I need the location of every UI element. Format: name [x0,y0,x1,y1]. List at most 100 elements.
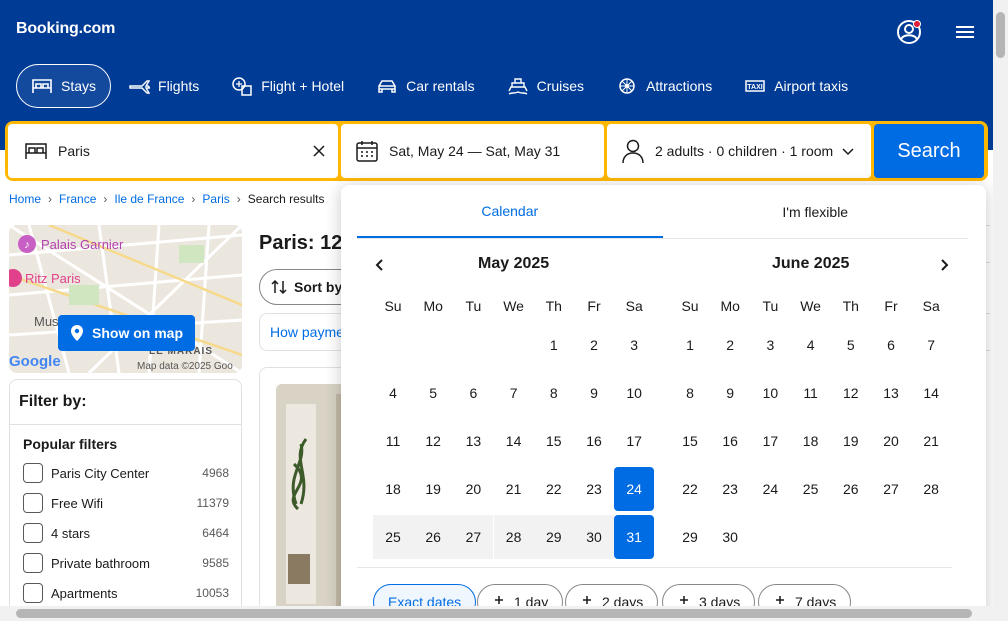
calendar-day[interactable]: 10 [614,371,654,415]
calendar-day[interactable]: 14 [494,419,534,463]
calendar-day[interactable]: 30 [710,515,750,559]
calendar-day[interactable]: 1 [670,323,710,367]
guests-field[interactable]: 2 adults · 0 children · 1 room [607,124,871,178]
calendar-day[interactable]: 31 [614,515,655,559]
calendar-day[interactable]: 21 [494,467,534,511]
calendar-day[interactable]: 27 [871,467,911,511]
nav-attractions[interactable]: Attractions [601,64,727,108]
calendar-day[interactable]: 13 [871,371,911,415]
calendar-day[interactable]: 12 [413,419,453,463]
calendar-day[interactable]: 7 [494,371,534,415]
calendar-day[interactable]: 9 [710,371,750,415]
avatar-icon[interactable] [895,18,923,46]
dates-field[interactable]: Sat, May 24 — Sat, May 31 [341,124,604,178]
calendar-day[interactable]: 25 [791,467,831,511]
calendar-day[interactable]: 17 [750,419,790,463]
calendar-day[interactable]: 3 [750,323,790,367]
nav-cruises[interactable]: Cruises [492,64,599,108]
search-button[interactable]: Search [874,124,984,178]
filter-option[interactable]: Paris City Center 4968 [23,462,229,484]
nav-airport-taxis[interactable]: TAXI Airport taxis [729,64,863,108]
tab-calendar[interactable]: Calendar [357,185,663,238]
calendar-day[interactable]: 24 [614,467,655,511]
clear-icon[interactable] [312,144,326,158]
show-on-map-button[interactable]: Show on map [58,315,195,351]
calendar-day[interactable]: 1 [534,323,574,367]
calendar-day[interactable]: 18 [373,467,413,511]
calendar-day[interactable]: 29 [533,515,574,559]
vertical-scrollbar[interactable] [993,0,1008,621]
map-preview[interactable]: ♪ Palais Garnier Ritz Paris Mus LE MARAI… [9,225,242,373]
menu-icon[interactable] [952,19,980,47]
calendar-day[interactable]: 11 [791,371,831,415]
calendar-day[interactable]: 2 [574,323,614,367]
calendar-day[interactable]: 20 [871,419,911,463]
calendar-day[interactable]: 17 [614,419,654,463]
calendar-day[interactable]: 16 [710,419,750,463]
calendar-day[interactable]: 10 [750,371,790,415]
calendar-day[interactable]: 26 [831,467,871,511]
calendar-day[interactable]: 26 [413,515,454,559]
calendar-day[interactable]: 6 [871,323,911,367]
calendar-day[interactable]: 30 [574,515,614,559]
calendar-day[interactable]: 28 [493,515,534,559]
breadcrumb-ile-de-france[interactable]: Ile de France [114,192,184,206]
filter-option[interactable]: 4 stars 6464 [23,522,229,544]
calendar-day[interactable]: 4 [791,323,831,367]
calendar-day[interactable]: 27 [453,515,494,559]
scrollbar-thumb[interactable] [16,609,972,618]
nav-car-rentals[interactable]: Car rentals [361,64,489,108]
prev-month-button[interactable] [368,253,392,277]
checkbox[interactable] [23,493,43,513]
calendar-day[interactable]: 24 [750,467,790,511]
calendar-day[interactable]: 5 [413,371,453,415]
calendar-day[interactable]: 29 [670,515,710,559]
calendar-day[interactable]: 8 [670,371,710,415]
calendar-day[interactable]: 19 [831,419,871,463]
calendar-day[interactable]: 21 [911,419,951,463]
breadcrumb-home[interactable]: Home [9,192,41,206]
nav-stays[interactable]: Stays [16,64,112,108]
calendar-day[interactable]: 8 [534,371,574,415]
destination-field[interactable]: Paris [8,124,338,178]
calendar-day[interactable]: 28 [911,467,951,511]
checkbox[interactable] [23,523,43,543]
calendar-day[interactable]: 2 [710,323,750,367]
next-month-button[interactable] [932,253,956,277]
calendar-day[interactable]: 9 [574,371,614,415]
filter-option[interactable]: Free Wifi 11379 [23,492,229,514]
calendar-day[interactable]: 15 [534,419,574,463]
calendar-day[interactable]: 12 [831,371,871,415]
horizontal-scrollbar[interactable] [0,606,993,621]
breadcrumb-paris[interactable]: Paris [202,192,229,206]
calendar-day[interactable]: 7 [911,323,951,367]
checkbox[interactable] [23,583,43,603]
nav-flights[interactable]: Flights [113,64,214,108]
checkbox[interactable] [23,463,43,483]
calendar-day[interactable]: 22 [534,467,574,511]
calendar-day[interactable]: 23 [574,467,614,511]
filter-option[interactable]: Apartments 10053 [23,582,229,604]
calendar-day[interactable]: 20 [453,467,493,511]
calendar-day[interactable]: 13 [453,419,493,463]
calendar-day[interactable]: 25 [373,515,413,559]
calendar-day[interactable]: 18 [791,419,831,463]
calendar-day[interactable]: 6 [453,371,493,415]
calendar-day[interactable]: 22 [670,467,710,511]
calendar-day[interactable]: 4 [373,371,413,415]
calendar-day[interactable]: 3 [614,323,654,367]
calendar-day[interactable]: 16 [574,419,614,463]
scrollbar-thumb[interactable] [996,12,1005,58]
calendar-day[interactable]: 23 [710,467,750,511]
logo[interactable]: Booking.com [16,20,115,38]
calendar-day[interactable]: 5 [831,323,871,367]
calendar-day[interactable]: 15 [670,419,710,463]
checkbox[interactable] [23,553,43,573]
tab-flexible[interactable]: I'm flexible [663,185,969,238]
nav-flight-hotel[interactable]: Flight + Hotel [216,64,359,108]
breadcrumb-france[interactable]: France [59,192,96,206]
filter-option[interactable]: Private bathroom 9585 [23,552,229,574]
calendar-day[interactable]: 11 [373,419,413,463]
calendar-day[interactable]: 19 [413,467,453,511]
calendar-day[interactable]: 14 [911,371,951,415]
